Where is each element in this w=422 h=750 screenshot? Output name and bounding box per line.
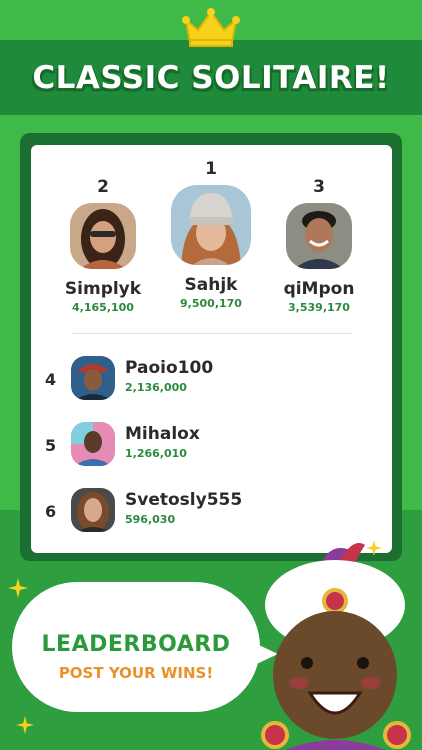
podium-entry-3[interactable]: 3 qiMpon 3,539,170 — [259, 177, 379, 314]
list-item[interactable]: 6 Svetosly555 596,030 — [41, 488, 371, 536]
player-score: 1,266,010 — [125, 447, 187, 460]
player-name: Sahjk — [184, 275, 238, 295]
row-rank: 5 — [45, 436, 57, 455]
sparkle-icon — [8, 578, 28, 598]
avatar — [71, 356, 115, 400]
sparkle-icon — [16, 716, 34, 734]
leaderboard-card: 2 Simplyk 4,165,100 1 Sahjk 9,500,170 3 … — [31, 145, 392, 553]
header-banner: CLASSIC SOLITAIRE! — [0, 40, 422, 115]
player-score: 3,539,170 — [288, 301, 350, 314]
avatar — [71, 488, 115, 532]
player-name: Mihalox — [125, 424, 200, 444]
avatar — [71, 422, 115, 466]
avatar — [286, 203, 352, 269]
player-name: Simplyk — [64, 279, 142, 299]
row-rank: 6 — [45, 502, 57, 521]
avatar — [171, 185, 251, 265]
podium-entry-2[interactable]: 2 Simplyk 4,165,100 — [43, 177, 163, 314]
list-item[interactable]: 5 Mihalox 1,266,010 — [41, 422, 371, 470]
player-score: 596,030 — [125, 513, 176, 526]
podium-entry-1[interactable]: 1 Sahjk 9,500,170 — [151, 159, 271, 310]
player-name: Svetosly555 — [125, 490, 243, 510]
player-score: 2,136,000 — [125, 381, 187, 394]
podium-rank: 1 — [205, 159, 217, 179]
player-score: 4,165,100 — [72, 301, 134, 314]
player-score: 9,500,170 — [180, 297, 242, 310]
genie-mascot-icon — [261, 543, 411, 750]
list-item[interactable]: 4 Paoio100 2,136,000 — [41, 356, 371, 404]
avatar — [70, 203, 136, 269]
promo-title: LEADERBOARD — [41, 632, 231, 657]
promo-subtitle: POST YOUR WINS! — [58, 664, 214, 682]
player-name: qiMpon — [283, 279, 355, 299]
divider — [71, 333, 353, 334]
podium-rank: 3 — [313, 177, 325, 197]
row-rank: 4 — [45, 370, 57, 389]
podium-rank: 2 — [97, 177, 109, 197]
page-title: CLASSIC SOLITAIRE! — [32, 59, 390, 96]
crown-icon — [182, 8, 240, 47]
player-name: Paoio100 — [125, 358, 214, 378]
